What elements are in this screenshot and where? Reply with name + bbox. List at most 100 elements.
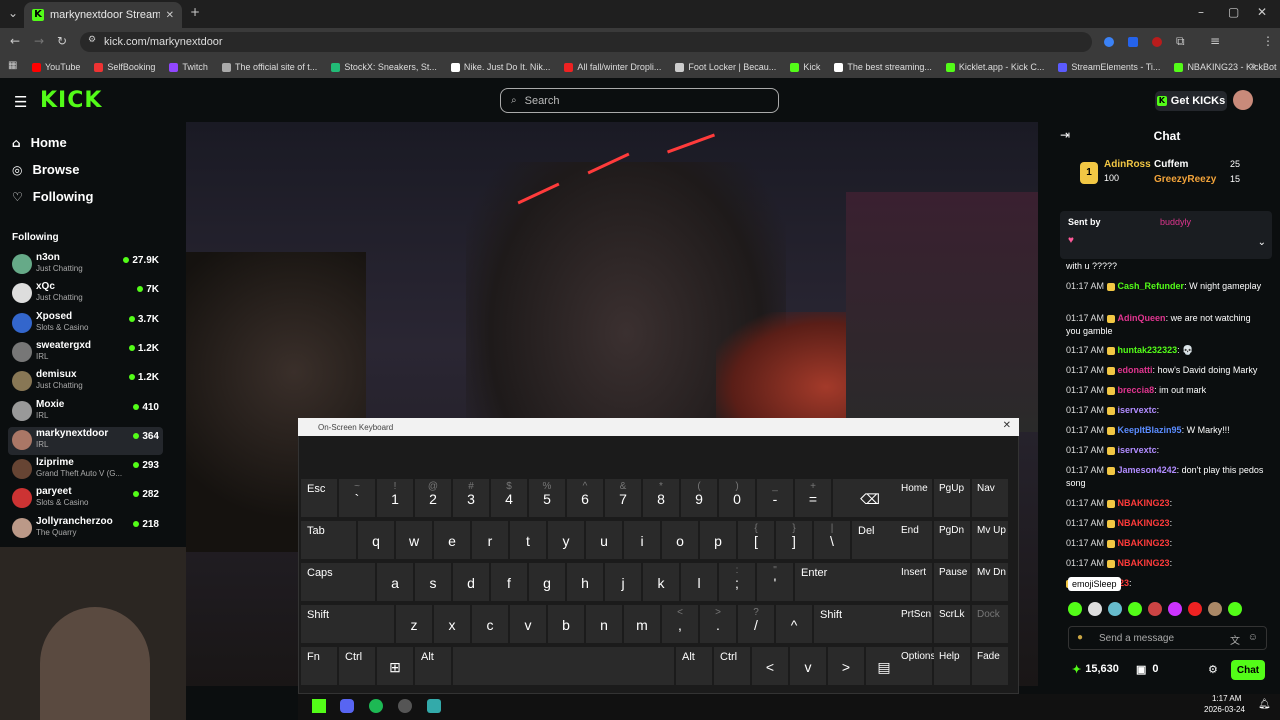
taskbar-time[interactable]: 1:17 AM bbox=[1212, 694, 1241, 703]
notification-bell-icon[interactable]: 🔔︎ bbox=[1258, 699, 1271, 710]
chat-username[interactable]: iservextc bbox=[1118, 445, 1157, 455]
pinned-user[interactable]: buddyly bbox=[1160, 217, 1191, 227]
sidebar-channel-item[interactable]: Jollyrancherzoo The Quarry 218 bbox=[8, 515, 163, 543]
sidebar-channel-item[interactable]: paryeet Slots & Casino 282 bbox=[8, 485, 163, 513]
extension-icon[interactable] bbox=[1104, 37, 1114, 47]
sidebar-channel-item[interactable]: markynextdoor IRL 364 bbox=[8, 426, 163, 455]
osk-key[interactable]: Esc bbox=[301, 479, 337, 517]
chat-username[interactable]: edonatti bbox=[1118, 365, 1153, 375]
osk-key[interactable]: PgUp bbox=[934, 479, 970, 517]
osk-key[interactable]: Ctrl bbox=[714, 647, 750, 685]
leaderboard-name[interactable]: GreezyReezy bbox=[1154, 174, 1216, 185]
osk-key[interactable]: p bbox=[700, 521, 736, 559]
tab-close-icon[interactable]: ✕ bbox=[166, 10, 174, 21]
site-info-icon[interactable]: ⚙ bbox=[88, 35, 96, 45]
osk-key[interactable]: m bbox=[624, 605, 660, 643]
osk-key[interactable]: ScrLk bbox=[934, 605, 970, 643]
osk-key[interactable]: v bbox=[510, 605, 546, 643]
leaderboard-name[interactable]: Cuffem bbox=[1154, 159, 1188, 170]
osk-key[interactable]: $4 bbox=[491, 479, 527, 517]
browser-tab-active[interactable]: K markynextdoor Stream - W ✕ bbox=[24, 2, 182, 28]
kick-app-icon[interactable] bbox=[312, 699, 326, 713]
osk-key[interactable]: > bbox=[828, 647, 864, 685]
emoji-picker-icon[interactable]: ● bbox=[1077, 632, 1083, 643]
osk-key[interactable]: | \ bbox=[814, 521, 850, 559]
bookmark-item[interactable]: SelfBooking bbox=[94, 62, 155, 72]
osk-key[interactable]: Pause bbox=[934, 563, 970, 601]
osk-key[interactable]: ~ ` bbox=[339, 479, 375, 517]
sidebar-channel-item[interactable]: xQc Just Chatting 7K bbox=[8, 280, 163, 308]
chat-username[interactable]: Jameson4242 bbox=[1118, 465, 1177, 475]
collapse-chat-icon[interactable]: ⇥ bbox=[1060, 128, 1070, 142]
emote-icon[interactable] bbox=[1208, 602, 1222, 616]
sidebar-nav-home[interactable]: ⌂ Home bbox=[12, 135, 67, 150]
translate-icon[interactable]: 文 bbox=[1230, 632, 1240, 647]
osk-key[interactable]: Options bbox=[896, 647, 935, 685]
chat-username[interactable]: NBAKING23 bbox=[1118, 498, 1170, 508]
forward-icon[interactable]: → bbox=[34, 34, 44, 48]
chat-username[interactable]: huntak232323 bbox=[1118, 345, 1178, 355]
send-chat-button[interactable]: Chat bbox=[1231, 660, 1265, 680]
osk-key[interactable]: i bbox=[624, 521, 660, 559]
sidebar-channel-item[interactable]: n3on Just Chatting 27.9K bbox=[8, 251, 163, 279]
osk-key[interactable]: ⊞ bbox=[377, 647, 413, 685]
osk-key[interactable]: PrtScn bbox=[896, 605, 932, 643]
osk-key[interactable]: y bbox=[548, 521, 584, 559]
osk-key[interactable]: _ - bbox=[757, 479, 793, 517]
osk-key[interactable]: % 5 bbox=[529, 479, 565, 517]
chat-message-input[interactable]: ● Send a message 文 ☺ bbox=[1068, 626, 1267, 650]
osk-key[interactable]: * 8 bbox=[643, 479, 679, 517]
get-kicks-button[interactable]: K Get KICKs bbox=[1155, 91, 1227, 111]
bookmark-item[interactable]: Kicklet.app - Kick C... bbox=[945, 62, 1044, 72]
chevron-down-icon[interactable]: ⌄ bbox=[1258, 237, 1266, 248]
channel-points[interactable]: ✦ 15,630 bbox=[1072, 663, 1119, 676]
osk-key[interactable]: r bbox=[472, 521, 508, 559]
sidebar-channel-item[interactable]: Xposed Slots & Casino 3.7K bbox=[8, 310, 163, 338]
osk-key[interactable]: ? / bbox=[738, 605, 774, 643]
reading-list-icon[interactable]: ≡ bbox=[1210, 34, 1220, 48]
minimize-icon[interactable]: – bbox=[1198, 5, 1204, 19]
emote-icon[interactable] bbox=[1228, 602, 1242, 616]
osk-key[interactable]: Insert bbox=[896, 563, 932, 601]
osk-key[interactable]: Nav bbox=[972, 479, 1008, 517]
chat-username[interactable]: breccia8 bbox=[1118, 385, 1155, 395]
osk-key[interactable]: Fade bbox=[972, 647, 1008, 685]
extension-icon[interactable] bbox=[1128, 37, 1138, 47]
osk-key[interactable]: c bbox=[472, 605, 508, 643]
osk-key[interactable]: <, bbox=[662, 605, 698, 643]
app-icon[interactable] bbox=[398, 699, 412, 713]
osk-key[interactable]: q bbox=[358, 521, 394, 559]
osk-key[interactable]: o bbox=[662, 521, 698, 559]
chat-username[interactable]: NBAKING23 bbox=[1118, 518, 1170, 528]
osk-key[interactable]: z bbox=[396, 605, 432, 643]
sidebar-nav-following[interactable]: ♡ Following bbox=[12, 189, 93, 204]
osk-key[interactable]: j bbox=[605, 563, 641, 601]
search-input[interactable]: ⌕ Search bbox=[500, 88, 779, 113]
chat-username[interactable]: KeepItBlazin95 bbox=[1118, 425, 1182, 435]
kick-logo[interactable]: KICK bbox=[40, 88, 102, 113]
bookmark-item[interactable]: Nike. Just Do It. Nik... bbox=[450, 62, 550, 72]
osk-key[interactable]: w bbox=[396, 521, 432, 559]
osk-key[interactable]: t bbox=[510, 521, 546, 559]
osk-key[interactable]: Alt bbox=[415, 647, 451, 685]
osk-key[interactable]: Ctrl bbox=[339, 647, 375, 685]
emote-icon[interactable] bbox=[1128, 602, 1142, 616]
osk-key[interactable]: a bbox=[377, 563, 413, 601]
chat-username[interactable]: NBAKING23 bbox=[1118, 558, 1170, 568]
maximize-icon[interactable]: ▢ bbox=[1228, 5, 1239, 19]
discord-icon[interactable] bbox=[340, 699, 354, 713]
osk-key[interactable]: Fn bbox=[301, 647, 337, 685]
osk-key[interactable]: l bbox=[681, 563, 717, 601]
osk-key[interactable]: ) 0 bbox=[719, 479, 755, 517]
osk-close-icon[interactable]: ✕ bbox=[1003, 420, 1011, 431]
osk-key[interactable]: + = bbox=[795, 479, 831, 517]
emote-icon[interactable] bbox=[1168, 602, 1182, 616]
user-avatar[interactable] bbox=[1233, 90, 1253, 110]
url-bar[interactable]: ⚙ kick.com/markynextdoor bbox=[80, 32, 1092, 52]
osk-key[interactable]: ^ bbox=[776, 605, 812, 643]
bookmark-item[interactable]: Kick bbox=[790, 62, 820, 72]
osk-key[interactable]: k bbox=[643, 563, 679, 601]
osk-key[interactable]: ! 1 bbox=[377, 479, 413, 517]
osk-key[interactable]: h bbox=[567, 563, 603, 601]
osk-key[interactable]: :; bbox=[719, 563, 755, 601]
